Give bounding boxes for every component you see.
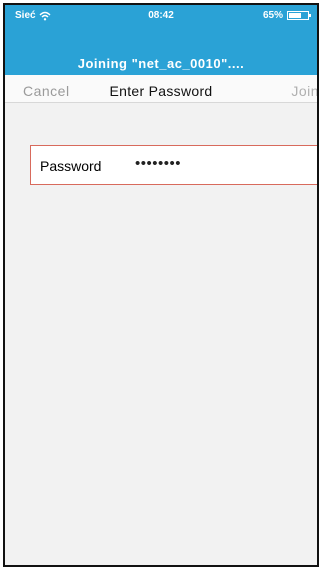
join-button[interactable]: Join [291, 83, 317, 99]
joining-text: Joining "net_ac_0010".... [77, 56, 245, 71]
battery-nub [309, 14, 311, 17]
page-title: Enter Password [109, 83, 213, 99]
status-right: 65% [262, 10, 311, 21]
battery-percent: 65% [262, 10, 283, 21]
phone-screen: Sieć 08:42 65% Joining "net_ac_0010"....… [3, 3, 319, 567]
password-label: Password [40, 158, 102, 174]
battery-icon [287, 11, 311, 20]
battery-fill [289, 13, 301, 18]
password-input[interactable]: •••••••• [135, 155, 295, 172]
password-field[interactable]: Password •••••••• [30, 145, 317, 185]
status-bar: Sieć 08:42 65% [5, 5, 317, 27]
nav-bar: Cancel Enter Password Join [5, 75, 317, 103]
